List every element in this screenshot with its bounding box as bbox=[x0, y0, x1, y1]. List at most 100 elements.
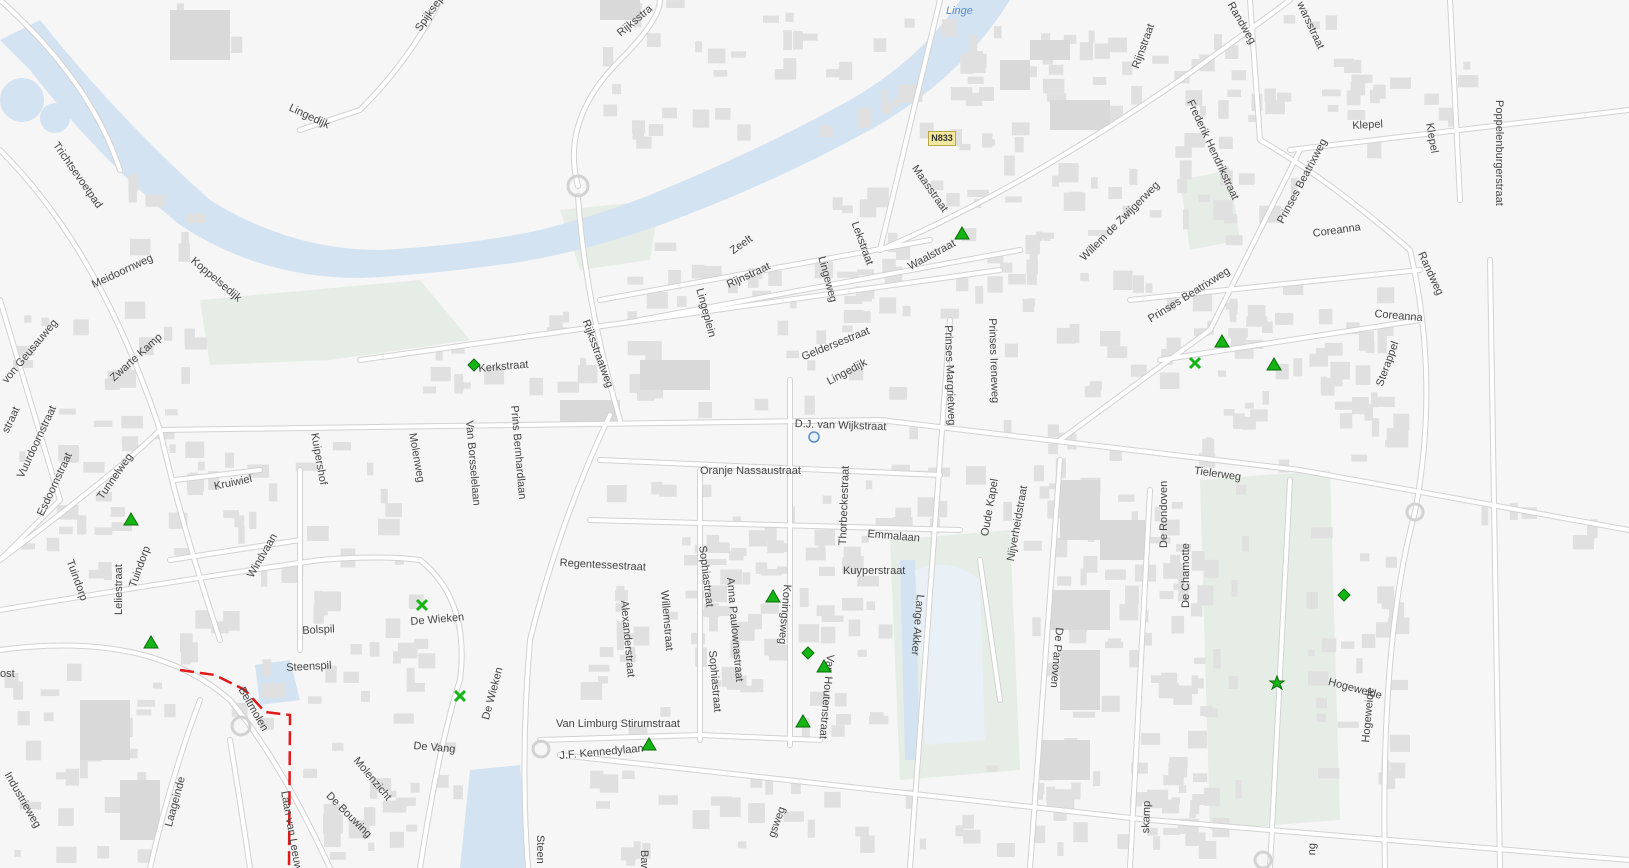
building bbox=[606, 485, 627, 503]
building bbox=[1218, 136, 1233, 149]
building bbox=[40, 689, 60, 697]
building bbox=[1069, 323, 1080, 344]
building bbox=[43, 712, 54, 722]
building bbox=[842, 205, 853, 214]
building bbox=[369, 642, 380, 657]
building bbox=[1040, 740, 1090, 780]
building bbox=[1192, 773, 1208, 783]
building bbox=[1171, 501, 1183, 509]
building bbox=[737, 124, 751, 141]
building bbox=[599, 647, 614, 658]
building bbox=[819, 125, 833, 137]
building bbox=[562, 311, 569, 323]
building bbox=[58, 808, 74, 826]
building bbox=[821, 615, 844, 622]
building bbox=[1386, 428, 1409, 448]
building bbox=[1161, 672, 1178, 686]
street-label-skamp: skamp bbox=[1140, 800, 1154, 834]
building bbox=[919, 838, 927, 850]
building bbox=[742, 572, 751, 585]
building bbox=[1262, 391, 1270, 405]
building bbox=[414, 638, 429, 649]
building bbox=[104, 796, 123, 813]
building bbox=[1325, 15, 1337, 30]
building bbox=[1011, 122, 1030, 136]
street-label-de-rondoven: De Rondoven bbox=[1158, 480, 1170, 548]
building bbox=[1320, 376, 1328, 393]
road-segment bbox=[1448, 0, 1462, 202]
building bbox=[1238, 173, 1255, 185]
building bbox=[59, 526, 73, 535]
building bbox=[1093, 771, 1101, 786]
building bbox=[165, 409, 178, 416]
building bbox=[622, 770, 635, 780]
building bbox=[646, 292, 668, 309]
building bbox=[1191, 675, 1199, 695]
building bbox=[881, 89, 889, 102]
building bbox=[807, 360, 816, 371]
building bbox=[791, 782, 801, 794]
building bbox=[1337, 721, 1359, 728]
building bbox=[423, 386, 437, 394]
building bbox=[185, 441, 205, 458]
building bbox=[786, 350, 800, 359]
building bbox=[368, 842, 375, 851]
building bbox=[1108, 186, 1122, 200]
building bbox=[308, 696, 322, 704]
building bbox=[1351, 396, 1369, 415]
building bbox=[666, 0, 685, 9]
building bbox=[878, 624, 893, 639]
building bbox=[1339, 413, 1353, 429]
building bbox=[881, 102, 891, 114]
building bbox=[350, 644, 362, 655]
building bbox=[1355, 365, 1371, 385]
building bbox=[1367, 141, 1382, 159]
building bbox=[136, 709, 152, 716]
building bbox=[1275, 363, 1289, 380]
building bbox=[80, 700, 130, 760]
building bbox=[801, 717, 810, 737]
building bbox=[1170, 554, 1181, 574]
building bbox=[1360, 553, 1370, 562]
building bbox=[1190, 800, 1200, 815]
building bbox=[917, 497, 935, 517]
building bbox=[1004, 155, 1015, 176]
street-label-poppelenburgerstraat: Poppelenburgerstraat bbox=[1493, 100, 1505, 206]
building bbox=[1229, 308, 1237, 323]
building bbox=[1202, 438, 1215, 455]
building bbox=[1050, 100, 1110, 130]
building bbox=[268, 483, 278, 502]
building bbox=[676, 296, 687, 307]
building bbox=[1173, 685, 1193, 705]
building bbox=[1225, 235, 1243, 246]
building bbox=[695, 41, 703, 53]
building bbox=[1264, 88, 1276, 102]
building bbox=[1036, 232, 1055, 239]
building bbox=[1090, 177, 1098, 189]
building bbox=[1390, 77, 1411, 89]
building bbox=[529, 377, 544, 396]
building bbox=[1572, 534, 1594, 550]
map-canvas[interactable]: Spijksepa Rijksstra Lingedijk Trichtsevoetp… bbox=[0, 0, 1629, 868]
building bbox=[1235, 780, 1242, 799]
building bbox=[1153, 836, 1161, 850]
building bbox=[748, 613, 762, 630]
building bbox=[1088, 30, 1095, 44]
building bbox=[65, 768, 80, 786]
building bbox=[1204, 708, 1219, 718]
building bbox=[1188, 730, 1207, 749]
building bbox=[1108, 37, 1127, 53]
building bbox=[435, 351, 443, 361]
building bbox=[306, 526, 329, 542]
building bbox=[987, 276, 1003, 293]
building bbox=[1100, 520, 1145, 560]
building bbox=[580, 681, 603, 700]
building bbox=[418, 653, 436, 669]
building bbox=[97, 846, 110, 859]
building bbox=[1069, 191, 1082, 202]
building bbox=[55, 772, 66, 780]
building bbox=[892, 99, 899, 108]
building bbox=[1105, 569, 1126, 580]
building bbox=[1351, 454, 1368, 462]
building bbox=[1026, 272, 1037, 285]
